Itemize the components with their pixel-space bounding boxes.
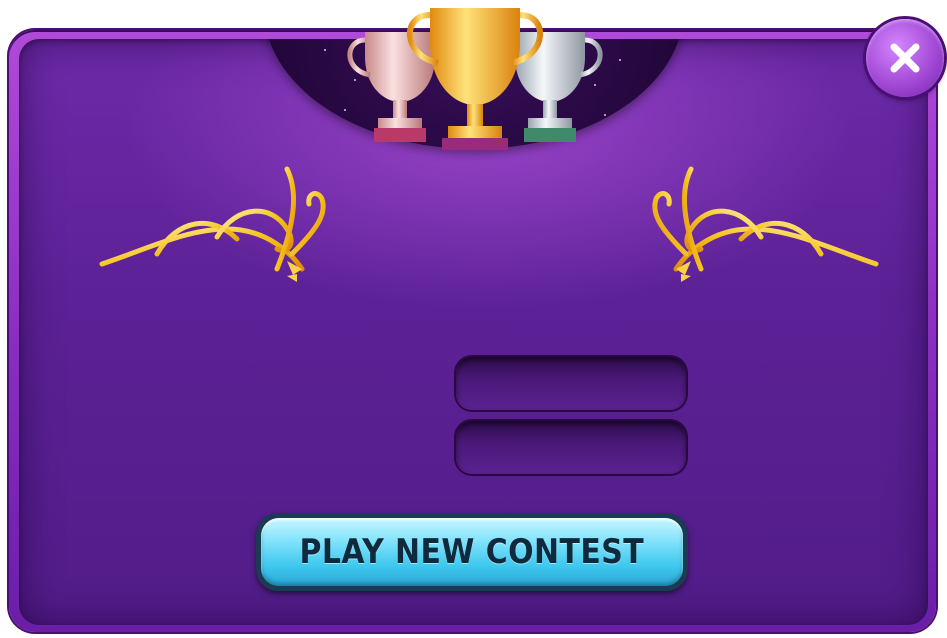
play-button-label: PLAY NEW CONTEST: [299, 532, 645, 572]
contest-dialog: PLAY NEW CONTEST: [0, 0, 947, 638]
contest-input-1[interactable]: [456, 357, 686, 410]
contest-input-2[interactable]: [456, 421, 686, 474]
flourish-right-icon: [652, 166, 879, 282]
close-icon: [890, 43, 920, 73]
play-new-contest-button[interactable]: PLAY NEW CONTEST: [256, 513, 688, 591]
play-button-face: PLAY NEW CONTEST: [261, 518, 683, 586]
close-button[interactable]: [866, 19, 944, 97]
trophies-icon: [347, 8, 603, 150]
flourish-left-icon: [99, 166, 326, 282]
